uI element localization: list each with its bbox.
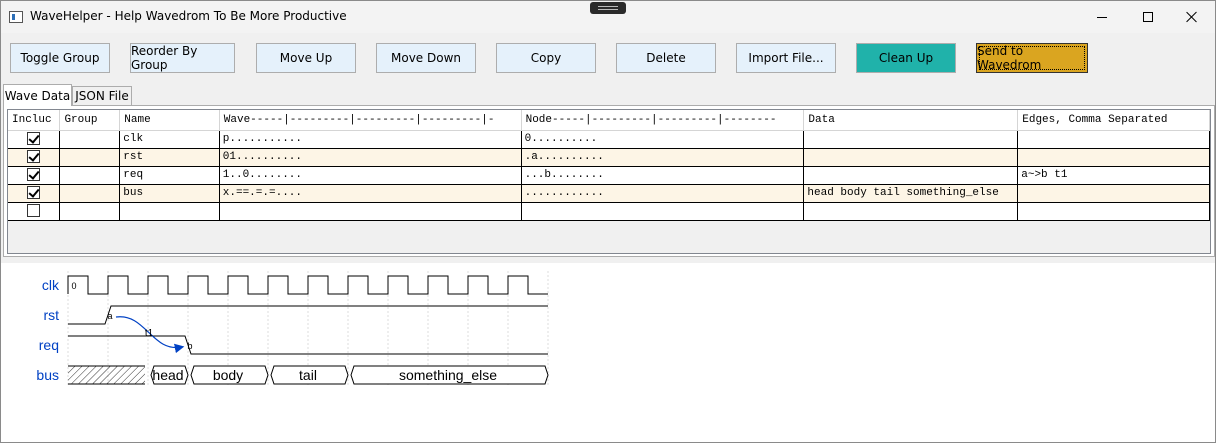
include-checkbox[interactable] [27,204,41,218]
data-cell[interactable] [803,130,1019,149]
include-cell[interactable] [8,166,61,185]
include-checkbox[interactable] [27,150,41,164]
include-cell[interactable] [8,148,61,167]
wave-cell[interactable] [219,202,522,221]
name-cell[interactable]: bus [119,184,220,203]
include-cell[interactable] [8,202,61,221]
waveform-signals: clk rst req bus head body tail something_else 0 a… [36,275,549,385]
node-label: b [187,341,192,351]
node-label: 0 [71,281,76,291]
table-row[interactable]: req 1..0........ ...b........ a~>b t1 [8,166,1210,185]
column-header-include[interactable]: Incluc [8,110,61,131]
waveform-diagram: clk rst req bus head body tail something_else 0 a… [36,271,549,385]
name-cell[interactable]: req [119,166,220,185]
include-cell[interactable] [8,184,61,203]
signal-label: bus [36,367,59,383]
reorder-by-group-button[interactable]: Reorder By Group [130,43,235,73]
table-row[interactable]: bus x.==.=.=.... ............ head body … [8,184,1210,203]
node-label: a [107,311,112,321]
tab-json-file[interactable]: JSON File [72,86,132,106]
group-cell[interactable] [59,148,121,167]
column-header-node[interactable]: Node-----|---------|---------|-------- [521,110,805,131]
node-cell[interactable] [521,202,805,221]
node-cell[interactable]: .a.......... [521,148,805,167]
group-cell[interactable] [59,130,121,149]
bus-data-label: something_else [399,367,497,383]
delete-button[interactable]: Delete [616,43,716,73]
move-down-button[interactable]: Move Down [376,43,476,73]
wave-cell[interactable]: p........... [219,130,522,149]
table-row[interactable]: clk p........... 0.......... [8,130,1210,149]
bus-data-label: tail [299,367,317,383]
signal-label: rst [43,307,59,323]
maximize-icon [1143,12,1153,22]
table-row-new[interactable] [8,202,1210,221]
close-button[interactable] [1169,1,1215,33]
title-bar: WaveHelper - Help Wavedrom To Be More Pr… [1,1,1215,33]
clk-waveform [67,275,548,295]
column-header-group[interactable]: Group [59,110,121,131]
group-cell[interactable] [59,202,121,221]
import-file-button[interactable]: Import File... [736,43,836,73]
app-icon [9,11,23,23]
snap-layout-handle[interactable] [590,2,626,14]
data-cell[interactable]: head body tail something_else [803,184,1019,203]
name-cell[interactable]: rst [119,148,220,167]
include-checkbox[interactable] [27,168,41,182]
signal-label: req [39,337,59,353]
move-up-button[interactable]: Move Up [256,43,356,73]
waveform-preview: clk rst req bus head body tail something_else 0 a… [1,263,1215,442]
name-cell[interactable]: clk [119,130,220,149]
wave-data-grid[interactable]: Incluc Group Name Wave-----|---------|--… [7,109,1211,254]
signal-label: clk [42,277,60,293]
group-cell[interactable] [59,166,121,185]
edges-cell[interactable] [1017,148,1210,167]
wave-cell[interactable]: x.==.=.=.... [219,184,522,203]
edges-cell[interactable] [1017,130,1210,149]
table-row[interactable]: rst 01.......... .a.......... [8,148,1210,167]
include-checkbox[interactable] [27,132,41,146]
wave-cell[interactable]: 1..0........ [219,166,522,185]
column-header-edges[interactable]: Edges, Comma Separated [1017,110,1210,131]
include-cell[interactable] [8,130,61,149]
maximize-button[interactable] [1125,1,1171,33]
wave-cell[interactable]: 01.......... [219,148,522,167]
window-title: WaveHelper - Help Wavedrom To Be More Pr… [30,9,347,23]
close-icon [1186,11,1198,23]
grid-header-row: Incluc Group Name Wave-----|---------|--… [8,110,1210,131]
data-cell[interactable] [803,166,1019,185]
minimize-button[interactable] [1079,1,1125,33]
tab-wave-data[interactable]: Wave Data [3,84,72,106]
clean-up-button[interactable]: Clean Up [856,43,956,73]
name-cell[interactable] [119,202,220,221]
edges-cell[interactable] [1017,184,1210,203]
column-header-wave[interactable]: Wave-----|---------|---------|---------|… [219,110,522,131]
toggle-group-button[interactable]: Toggle Group [10,43,110,73]
bus-data-label: body [213,367,243,383]
node-cell[interactable]: ...b........ [521,166,805,185]
send-to-wavedrom-button[interactable]: Send to Wavedrom [976,43,1088,73]
minimize-icon [1097,16,1107,18]
bus-data-label: head [152,367,183,383]
data-cell[interactable] [803,202,1019,221]
column-header-name[interactable]: Name [119,110,220,131]
group-cell[interactable] [59,184,121,203]
data-cell[interactable] [803,148,1019,167]
edges-cell[interactable] [1017,202,1210,221]
app-window: WaveHelper - Help Wavedrom To Be More Pr… [0,0,1216,443]
edges-cell[interactable]: a~>b t1 [1017,166,1210,185]
edge-label: t1 [145,328,154,339]
node-cell[interactable]: 0.......... [521,130,805,149]
node-cell[interactable]: ............ [521,184,805,203]
copy-button[interactable]: Copy [496,43,596,73]
column-header-data[interactable]: Data [803,110,1019,131]
bus-undefined-segment [68,366,145,384]
include-checkbox[interactable] [27,186,41,200]
